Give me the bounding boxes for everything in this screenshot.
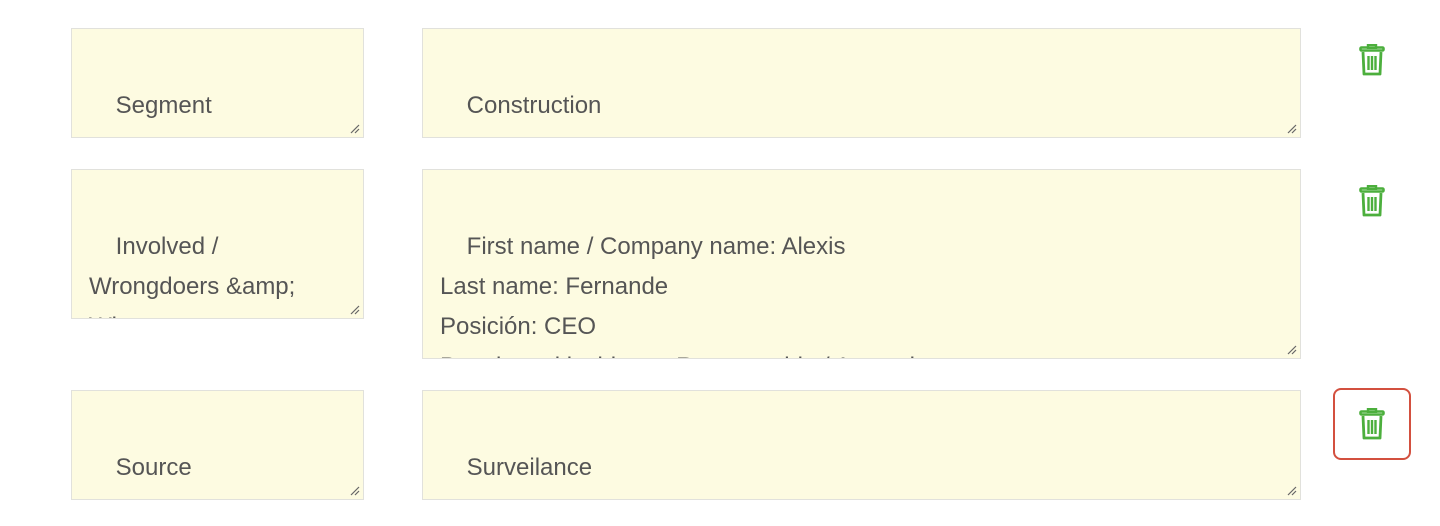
resize-grip-icon[interactable] [1285, 122, 1297, 134]
delete-row-button[interactable] [1333, 44, 1411, 116]
resize-grip-icon[interactable] [1285, 343, 1297, 355]
resize-grip-icon[interactable] [348, 122, 360, 134]
field-key-text: Source [115, 454, 192, 481]
trash-icon [1359, 185, 1385, 217]
field-value-input[interactable]: Construction [422, 28, 1301, 138]
trash-icon [1359, 44, 1385, 76]
delete-row-button[interactable] [1333, 185, 1411, 257]
delete-row-button[interactable] [1333, 388, 1411, 460]
field-key-text: Involved / Wrongdoers &amp; Witnesses [89, 233, 296, 318]
trash-icon [1359, 408, 1385, 440]
field-value-input[interactable]: First name / Company name: Alexis Last n… [422, 169, 1301, 359]
field-value-text: Surveilance [466, 454, 593, 481]
resize-grip-icon[interactable] [1285, 484, 1297, 496]
field-value-text: Construction [466, 92, 602, 119]
field-key-input[interactable]: Segment [71, 28, 364, 138]
field-key-input[interactable]: Involved / Wrongdoers &amp; Witnesses [71, 169, 364, 319]
resize-grip-icon[interactable] [348, 303, 360, 315]
field-key-text: Segment [115, 92, 212, 119]
field-value-input[interactable]: Surveilance [422, 390, 1301, 500]
resize-grip-icon[interactable] [348, 484, 360, 496]
field-key-input[interactable]: Source [71, 390, 364, 500]
field-value-text: First name / Company name: Alexis Last n… [440, 233, 928, 358]
